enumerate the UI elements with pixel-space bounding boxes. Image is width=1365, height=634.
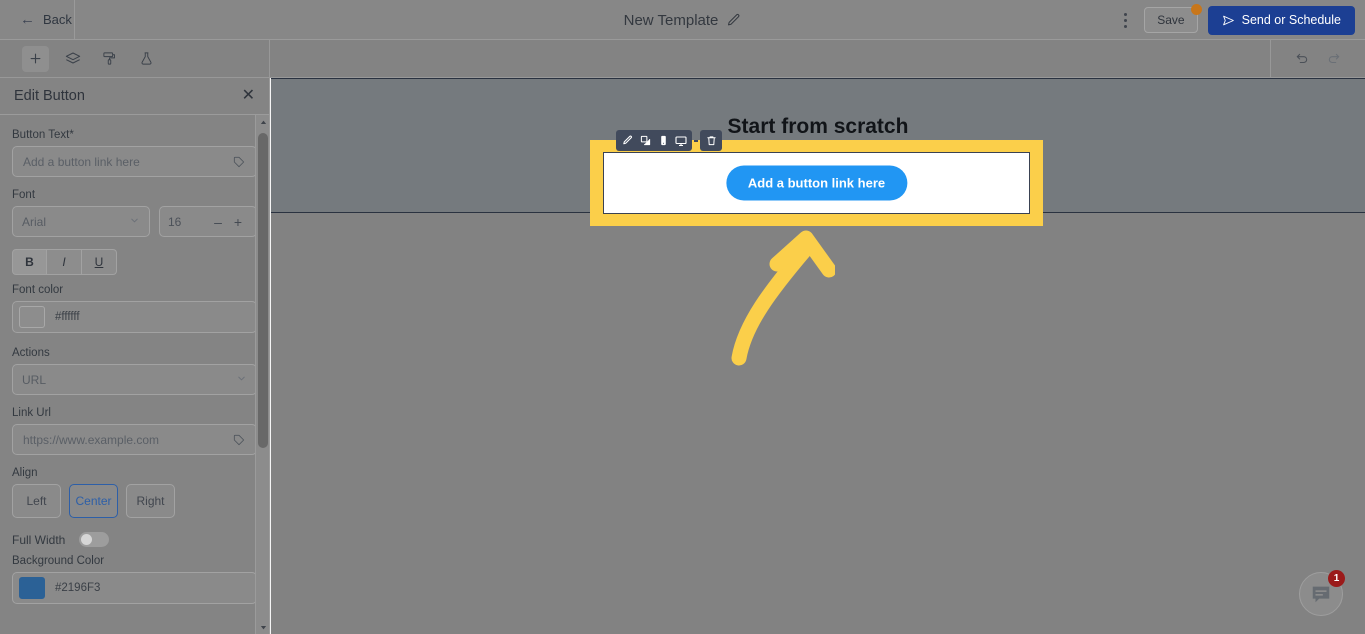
scrollbar-thumb[interactable] [258,133,268,448]
block-toolbar-delete-group [700,130,722,151]
bold-label: B [25,255,34,269]
undo-icon[interactable] [1293,50,1311,68]
align-center-button[interactable]: Center [69,484,118,518]
layers-tool[interactable] [59,46,86,72]
send-or-schedule-button[interactable]: Send or Schedule [1207,5,1355,35]
actions-select[interactable]: URL [12,364,257,395]
top-bar: ← Back New Template Save Send or Schedul… [0,0,1365,40]
font-family-select[interactable]: Arial [12,206,150,237]
align-group: Left Center Right [12,484,257,518]
email-template-editor: ← Back New Template Save Send or Schedul… [0,0,1365,634]
desktop-visibility-button[interactable] [672,130,690,151]
history-tools-group [1270,40,1365,78]
link-url-value: https://www.example.com [23,432,160,447]
font-label: Font [12,189,36,201]
back-button[interactable]: ← Back [0,0,75,40]
edit-button-panel: Edit Button ✕ Button Text* Add a button … [0,78,270,634]
toolbar-separator [694,139,698,142]
background-color-value: #2196F3 [55,582,101,594]
button-block[interactable]: Add a button link here [603,152,1030,214]
flask-tool[interactable] [133,46,160,72]
font-family-value: Arial [22,214,47,229]
actions-label: Actions [12,347,50,359]
text-style-group: B I U [12,249,257,275]
highlighted-block-region: Add a button link here [590,130,1043,226]
font-size-increase-button[interactable]: + [228,214,248,230]
background-color-input[interactable]: #2196F3 [12,572,257,604]
panel-header: Edit Button ✕ [0,78,269,115]
link-url-label: Link Url [12,407,51,419]
font-color-value: #ffffff [55,311,80,323]
font-color-label: Font color [12,284,64,296]
page-title: New Template [623,11,719,29]
save-button[interactable]: Save [1144,4,1202,33]
caret-up-icon[interactable] [256,115,269,129]
underline-button[interactable]: U [82,249,117,275]
caret-down-icon[interactable] [256,620,269,634]
block-toolbar [616,130,722,151]
chat-widget-button[interactable]: 1 [1299,570,1345,616]
font-size-stepper[interactable]: 16 – + [159,206,257,237]
align-right-button[interactable]: Right [126,484,175,518]
background-color-label: Background Color [12,555,105,567]
background-color-swatch[interactable] [19,577,45,599]
cta-button[interactable]: Add a button link here [725,165,908,201]
paint-roller-tool[interactable] [96,46,123,72]
mobile-visibility-button[interactable] [654,130,672,151]
save-label: Save [1157,13,1185,27]
tag-icon[interactable] [232,155,246,169]
more-vertical-icon[interactable] [1116,9,1134,31]
edit-block-button[interactable] [618,130,636,151]
italic-button[interactable]: I [47,249,82,275]
button-text-input[interactable]: Add a button link here [12,146,257,177]
duplicate-block-button[interactable] [636,130,654,151]
align-left-button[interactable]: Left [12,484,61,518]
chevron-down-icon [236,373,247,387]
bold-button[interactable]: B [12,249,47,275]
toggle-knob [81,534,93,545]
panel-body: Button Text* Add a button link here Font… [0,115,269,604]
font-color-input[interactable]: #ffffff [12,301,257,333]
panel-title: Edit Button [14,88,85,104]
top-bar-actions: Save Send or Schedule [1116,0,1355,40]
pencil-icon[interactable] [726,13,741,28]
align-label: Align [12,467,38,479]
curved-up-arrow-annotation [725,228,837,368]
font-controls: Arial 16 – + [12,206,257,237]
chat-bubble-icon [1312,586,1330,603]
block-toolbar-main-group [616,130,692,151]
font-size-decrease-button[interactable]: – [208,214,228,230]
chat-unread-badge: 1 [1328,570,1345,587]
sidebar-scrollbar[interactable] [255,115,269,634]
full-width-label: Full Width [12,532,66,547]
paper-plane-icon [1222,14,1235,27]
arrow-left-icon: ← [20,11,35,28]
delete-block-button[interactable] [702,130,720,151]
underline-label: U [94,255,104,269]
content-tools-group [0,39,270,78]
font-size-value: 16 [168,214,182,229]
full-width-toggle[interactable] [79,532,110,547]
send-label: Send or Schedule [1241,13,1341,27]
add-content-tool[interactable] [22,45,49,72]
actions-value: URL [22,372,47,387]
editor-toolbar [0,39,1365,78]
link-url-input[interactable]: https://www.example.com [12,424,257,455]
full-width-row: Full Width [12,532,257,547]
unsaved-changes-dot [1190,4,1202,15]
canvas-heading: Start from scratch [727,115,909,138]
button-text-value: Add a button link here [23,154,140,169]
font-color-swatch[interactable] [19,306,45,328]
redo-icon[interactable] [1325,50,1343,68]
tag-icon[interactable] [232,433,246,447]
close-icon[interactable]: ✕ [242,88,255,104]
chevron-down-icon [129,215,140,229]
back-label: Back [43,12,72,27]
button-text-label: Button Text* [12,129,74,141]
italic-label: I [62,255,66,269]
